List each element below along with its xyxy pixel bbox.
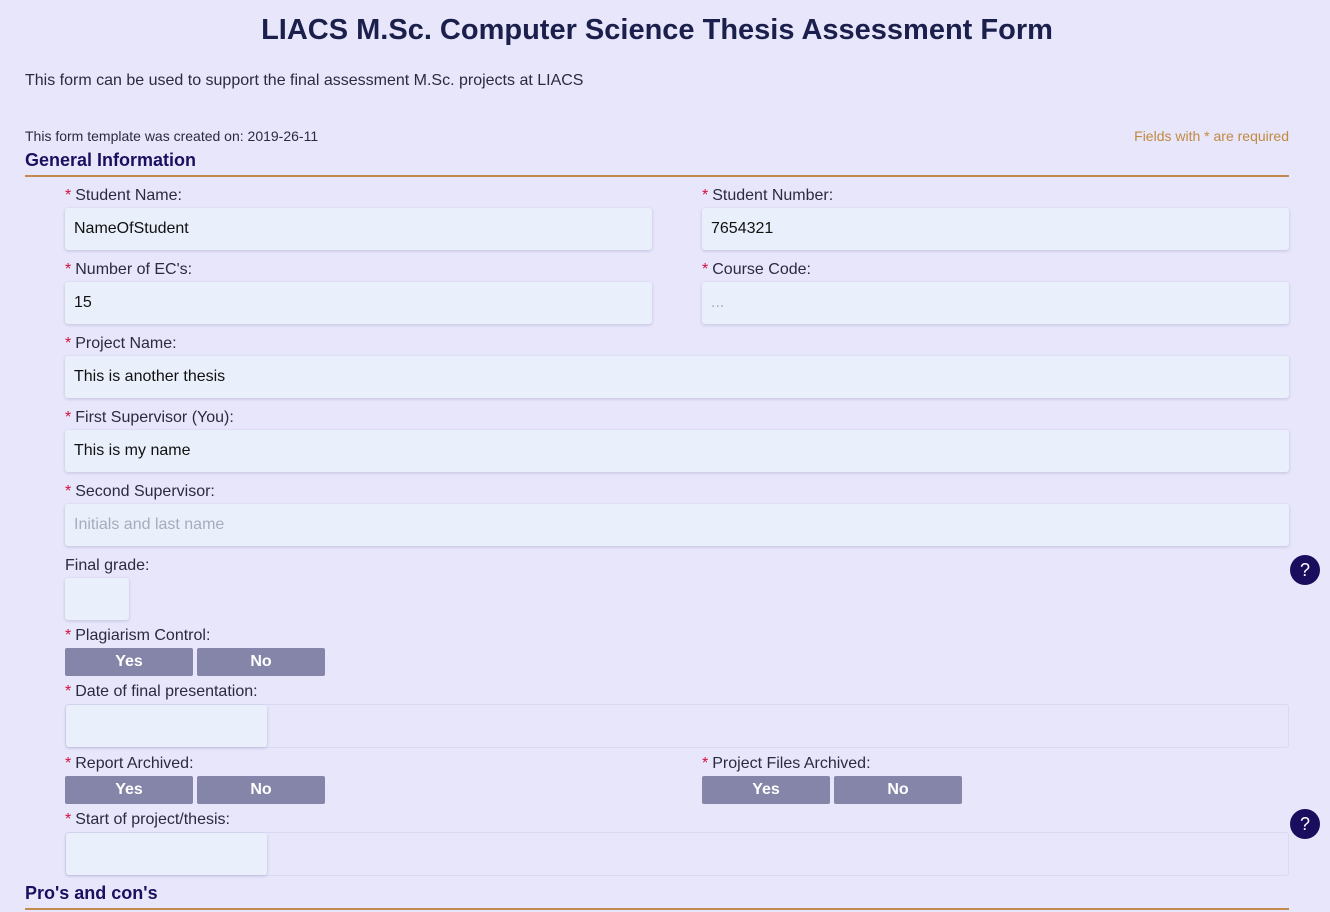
required-star: * — [65, 187, 72, 204]
help-icon[interactable]: ? — [1290, 809, 1320, 839]
required-star: * — [65, 683, 72, 700]
student-number-input[interactable] — [702, 208, 1289, 250]
required-star: * — [65, 335, 72, 352]
files-archived-yes-button[interactable]: Yes — [702, 776, 830, 804]
required-star: * — [65, 409, 72, 426]
plagiarism-no-button[interactable]: No — [197, 648, 325, 676]
final-grade-label: Final grade: — [65, 557, 150, 574]
student-name-input[interactable] — [65, 208, 652, 250]
required-star: * — [65, 755, 72, 772]
course-code-label: * Course Code: — [702, 261, 811, 278]
course-code-input[interactable] — [702, 282, 1289, 324]
second-supervisor-input[interactable] — [65, 504, 1289, 546]
form-description: This form can be used to support the fin… — [25, 72, 584, 89]
project-name-label: * Project Name: — [65, 335, 177, 352]
first-supervisor-input[interactable] — [65, 430, 1289, 472]
help-icon[interactable]: ? — [1290, 555, 1320, 585]
required-star: * — [65, 811, 72, 828]
page-title: LIACS M.Sc. Computer Science Thesis Asse… — [261, 14, 1053, 46]
required-star: * — [702, 187, 709, 204]
required-star: * — [65, 627, 72, 644]
first-supervisor-label: * First Supervisor (You): — [65, 409, 234, 426]
final-grade-input[interactable] — [65, 578, 129, 620]
plagiarism-yes-button[interactable]: Yes — [65, 648, 193, 676]
required-star: * — [702, 755, 709, 772]
report-archived-no-button[interactable]: No — [197, 776, 325, 804]
required-star: * — [65, 483, 72, 500]
start-date-input[interactable] — [66, 833, 267, 875]
presentation-date-input[interactable] — [66, 705, 267, 747]
plagiarism-label: * Plagiarism Control: — [65, 627, 211, 644]
files-archived-label: * Project Files Archived: — [702, 755, 871, 772]
student-name-label: * Student Name: — [65, 187, 182, 204]
required-star: * — [702, 261, 709, 278]
section-pros-and-cons: Pro's and con's — [25, 883, 1289, 910]
required-note: Fields with * are required — [1134, 128, 1289, 144]
report-archived-yes-button[interactable]: Yes — [65, 776, 193, 804]
files-archived-no-button[interactable]: No — [834, 776, 962, 804]
report-archived-label: * Report Archived: — [65, 755, 194, 772]
section-general-information: General Information — [25, 150, 1289, 177]
project-name-input[interactable] — [65, 356, 1289, 398]
second-supervisor-label: * Second Supervisor: — [65, 483, 215, 500]
ecs-label: * Number of EC's: — [65, 261, 193, 278]
presentation-date-label: * Date of final presentation: — [65, 683, 258, 700]
ecs-input[interactable] — [65, 282, 652, 324]
start-date-label: * Start of project/thesis: — [65, 811, 230, 828]
student-number-label: * Student Number: — [702, 187, 834, 204]
required-star: * — [65, 261, 72, 278]
created-date: This form template was created on: 2019-… — [25, 128, 319, 144]
